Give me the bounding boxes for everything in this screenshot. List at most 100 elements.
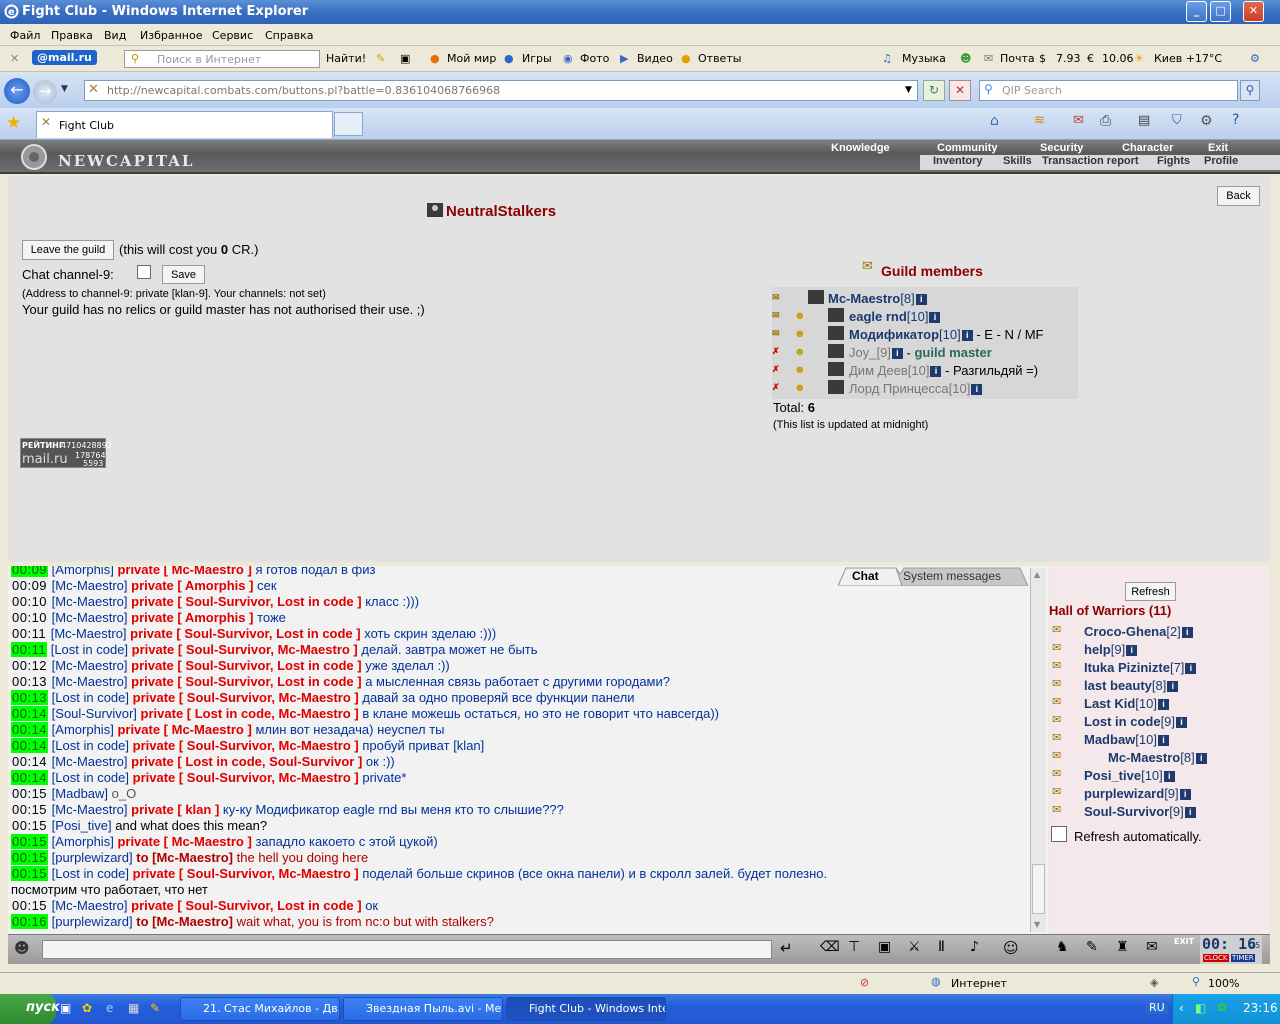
info-icon[interactable]: i: [1181, 627, 1193, 639]
leave-guild-button[interactable]: Leave the guild: [22, 240, 114, 260]
quicklaunch-ie-icon[interactable]: e: [106, 1001, 113, 1015]
task-fightclub[interactable]: Fight Club - Windows Inte...: [506, 997, 666, 1021]
chat-recipient[interactable]: private [ Soul-Survivor, Mc-Maestro ]: [132, 642, 358, 657]
warrior-name[interactable]: Croco-Ghena[2] i: [1084, 624, 1193, 639]
chat-sender[interactable]: [Posi_tive]: [52, 818, 112, 833]
task-video[interactable]: Звездная Пыль.avi - Ме...: [343, 997, 503, 1021]
chat-sender[interactable]: [Mc-Maestro]: [52, 754, 128, 769]
info-icon[interactable]: i: [1184, 807, 1196, 819]
warrior-name[interactable]: Mc-Maestro[8] i: [1108, 750, 1207, 765]
chat-sender[interactable]: [Lost in code]: [51, 642, 128, 657]
chat-sender[interactable]: [Lost in code]: [52, 770, 129, 785]
chat-sender[interactable]: [Lost in code]: [52, 866, 129, 881]
guild-member-name[interactable]: Mc-Maestro[8] i: [828, 291, 927, 306]
maximize-button[interactable]: □: [1210, 1, 1231, 22]
smiley-icon[interactable]: ☺: [1003, 939, 1019, 957]
address-input[interactable]: ✕ http://newcapital.combats.com/buttons.…: [84, 80, 918, 101]
page-menu-icon[interactable]: ▤: [1138, 113, 1150, 128]
task-music[interactable]: 21. Стас Михайлов - Дв...: [180, 997, 340, 1021]
warrior-name[interactable]: Soul-Survivor[9] i: [1084, 804, 1196, 819]
chat-recipient[interactable]: private [ Soul-Survivor, Lost in code ]: [131, 658, 361, 673]
feeds-icon[interactable]: ≋: [1034, 113, 1045, 128]
warrior-name[interactable]: Posi_tive[10] i: [1084, 768, 1175, 783]
auto-refresh-checkbox[interactable]: [1051, 826, 1067, 842]
menu-favorites[interactable]: Избранное: [140, 29, 202, 42]
scroll-up-icon[interactable]: ▲: [1034, 570, 1040, 579]
refresh-button[interactable]: Refresh: [1125, 582, 1176, 601]
qip-search-input[interactable]: ⚲ QIP Search: [979, 80, 1238, 101]
subnav-profile[interactable]: Profile: [1204, 155, 1238, 167]
clock-label[interactable]: CLOCK: [1203, 954, 1229, 962]
scroll-icon[interactable]: ✎: [1086, 939, 1098, 955]
info-icon[interactable]: i: [1126, 645, 1138, 657]
guild-member-name[interactable]: Дим Деев[10] i - Разгильдяй =): [849, 363, 1038, 378]
nav-security[interactable]: Security: [1040, 142, 1083, 154]
history-dropdown-icon[interactable]: ▼: [61, 84, 68, 94]
help-icon[interactable]: ?: [1232, 112, 1239, 128]
chat-recipient[interactable]: private [ Mc-Maestro ]: [117, 834, 251, 849]
find-button[interactable]: Найти!: [326, 52, 366, 65]
subnav-transaction-report[interactable]: Transaction report: [1042, 155, 1139, 167]
chat-sender[interactable]: [Amorphis]: [52, 834, 114, 849]
zoom-level[interactable]: 100%: [1208, 977, 1239, 990]
quicklaunch-icq-icon[interactable]: ✿: [82, 1001, 92, 1015]
info-icon[interactable]: i: [1163, 771, 1175, 783]
warrior-name[interactable]: help[9] i: [1084, 642, 1138, 657]
mailru-logo[interactable]: @mail.ru: [32, 50, 97, 65]
tab-chat[interactable]: Chat: [852, 569, 879, 583]
close-button[interactable]: ✕: [1243, 1, 1264, 22]
print-icon[interactable]: ⎙: [1100, 113, 1111, 129]
tray-network-icon[interactable]: ◧: [1195, 1001, 1206, 1015]
chat-recipient[interactable]: private [ Soul-Survivor, Lost in code ]: [131, 674, 361, 689]
exit-label[interactable]: EXIT: [1174, 937, 1194, 946]
chat-sender[interactable]: [Mc-Maestro]: [52, 898, 128, 913]
info-icon[interactable]: i: [929, 312, 941, 324]
chat-recipient[interactable]: private [ Lost in code, Mc-Maestro ]: [141, 706, 359, 721]
warrior-name[interactable]: Ituka Pizinizte[7] i: [1084, 660, 1197, 675]
link-games[interactable]: Игры: [522, 52, 552, 65]
chat-sender[interactable]: [Lost in code]: [52, 690, 129, 705]
chat-sender[interactable]: [Lost in code]: [52, 738, 129, 753]
scroll-down-icon[interactable]: ▼: [1034, 920, 1040, 929]
nav-community[interactable]: Community: [937, 142, 998, 154]
minimize-button[interactable]: _: [1186, 1, 1207, 22]
chat-recipient[interactable]: to [Mc-Maestro]: [136, 850, 233, 865]
info-icon[interactable]: i: [1157, 735, 1169, 747]
chat-recipient[interactable]: private [ Soul-Survivor, Mc-Maestro ]: [133, 770, 359, 785]
info-icon[interactable]: i: [930, 366, 942, 378]
party-icon[interactable]: ♜: [1116, 939, 1129, 955]
translit-icon[interactable]: Ⅱ: [938, 939, 945, 955]
chat-recipient[interactable]: private [ Soul-Survivor, Mc-Maestro ]: [133, 690, 359, 705]
mail-link[interactable]: Почта: [1000, 52, 1035, 65]
chat-channel-checkbox[interactable]: [137, 265, 151, 279]
back-link-button[interactable]: Back: [1217, 186, 1260, 206]
info-icon[interactable]: i: [1157, 699, 1169, 711]
tab-system-messages[interactable]: System messages: [903, 569, 1001, 583]
tab-fightclub[interactable]: ✕ Fight Club: [36, 111, 333, 138]
chat-scrollbar[interactable]: ▲ ▼: [1030, 568, 1046, 932]
menu-tools[interactable]: Сервис: [212, 29, 253, 42]
chat-sender[interactable]: [Mc-Maestro]: [52, 658, 128, 673]
refresh-icon[interactable]: ↻: [923, 80, 945, 101]
fight-icon[interactable]: ⚔: [908, 939, 921, 955]
guild-member-name[interactable]: Модификатор[10] i - E - N / MF: [849, 327, 1044, 342]
subnav-fights[interactable]: Fights: [1157, 155, 1190, 167]
qip-search-button[interactable]: ⚲: [1240, 80, 1260, 101]
chat-sender[interactable]: [Amorphis]: [52, 566, 114, 577]
email-icon[interactable]: ✉: [1073, 113, 1084, 128]
toolbar-options-icon[interactable]: ⚙: [1250, 52, 1260, 65]
mailru-rating-badge[interactable]: РЕЙТИНГ 4710428892 mail.ru 178764 5593: [20, 438, 112, 468]
info-icon[interactable]: i: [1179, 789, 1191, 801]
link-photo[interactable]: Фото: [580, 52, 609, 65]
tray-expand-icon[interactable]: ‹: [1179, 1001, 1184, 1015]
chat-recipient[interactable]: private [ Soul-Survivor, Lost in code ]: [130, 626, 360, 641]
chat-smiley-face-icon[interactable]: ☻: [14, 939, 30, 957]
forward-button[interactable]: →: [33, 80, 57, 104]
link-answers[interactable]: Ответы: [698, 52, 741, 65]
menu-file[interactable]: Файл: [10, 29, 40, 42]
home-icon[interactable]: ⌂: [990, 113, 999, 129]
nav-exit[interactable]: Exit: [1208, 142, 1228, 154]
chat-sender[interactable]: [Mc-Maestro]: [52, 802, 128, 817]
start-button[interactable]: пуск: [0, 994, 60, 1024]
favorites-star-icon[interactable]: ★: [6, 113, 21, 133]
